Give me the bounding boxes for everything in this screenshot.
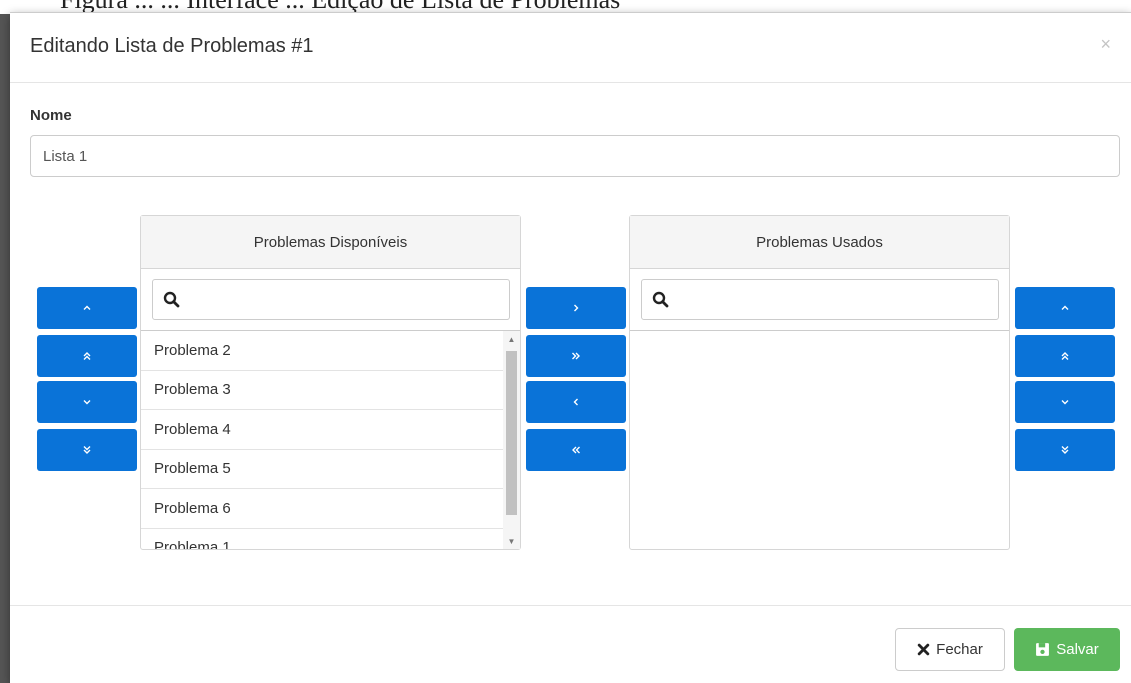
scroll-down-arrow-icon[interactable]: ▼ <box>503 533 520 549</box>
chevron-up-icon <box>83 305 91 310</box>
used-move-up-button[interactable] <box>1015 287 1115 329</box>
chevron-down-icon <box>83 400 91 405</box>
double-chevron-up-icon <box>1061 352 1069 360</box>
used-move-down-button[interactable] <box>1015 381 1115 423</box>
available-problems-panel: Problemas Disponíveis Problema 2 Problem… <box>140 215 521 550</box>
list-item[interactable]: Problema 4 <box>141 410 503 450</box>
save-button-label: Salvar <box>1056 641 1099 658</box>
double-chevron-up-icon <box>83 352 91 360</box>
available-move-top-button[interactable] <box>37 335 137 377</box>
list-item[interactable]: Problema 2 <box>141 331 503 371</box>
used-search-box[interactable] <box>641 279 999 320</box>
double-chevron-right-icon <box>572 352 580 360</box>
used-search-input[interactable] <box>676 280 994 319</box>
double-chevron-down-icon <box>1061 446 1069 454</box>
available-search-box[interactable] <box>152 279 510 320</box>
scroll-up-arrow-icon[interactable]: ▲ <box>503 331 520 348</box>
save-button[interactable]: Salvar <box>1014 628 1120 671</box>
available-search-input[interactable] <box>187 280 505 319</box>
used-problems-panel: Problemas Usados <box>629 215 1010 550</box>
save-icon <box>1036 643 1050 656</box>
chevron-left-icon <box>573 398 578 406</box>
used-move-top-button[interactable] <box>1015 335 1115 377</box>
move-all-left-button[interactable] <box>526 429 626 471</box>
list-item[interactable]: Problema 3 <box>141 371 503 410</box>
available-move-down-button[interactable] <box>37 381 137 423</box>
name-label: Nome <box>30 107 72 124</box>
available-panel-heading: Problemas Disponíveis <box>141 216 520 269</box>
modal-title: Editando Lista de Problemas #1 <box>30 35 314 57</box>
list-item[interactable]: Problema 6 <box>141 489 503 529</box>
close-button[interactable]: Fechar <box>895 628 1005 671</box>
list-scrollbar[interactable]: ▲ ▼ <box>503 331 520 549</box>
double-chevron-down-icon <box>83 446 91 454</box>
search-icon <box>652 291 669 308</box>
scroll-thumb[interactable] <box>506 351 517 515</box>
used-panel-heading: Problemas Usados <box>630 216 1009 269</box>
chevron-right-icon <box>574 304 579 312</box>
edit-list-modal: Editando Lista de Problemas #1 × Nome Pr… <box>10 12 1131 683</box>
used-problems-list[interactable] <box>630 330 1009 549</box>
used-move-bottom-button[interactable] <box>1015 429 1115 471</box>
close-x-icon <box>917 643 930 656</box>
close-icon[interactable]: × <box>1100 35 1111 53</box>
chevron-down-icon <box>1061 400 1069 405</box>
move-selected-right-button[interactable] <box>526 287 626 329</box>
available-move-bottom-button[interactable] <box>37 429 137 471</box>
chevron-up-icon <box>1061 305 1069 310</box>
available-problems-list[interactable]: Problema 2 Problema 3 Problema 4 Problem… <box>141 330 520 549</box>
move-all-right-button[interactable] <box>526 335 626 377</box>
list-item[interactable]: Problema 1 <box>141 529 503 549</box>
available-move-up-button[interactable] <box>37 287 137 329</box>
modal-header: Editando Lista de Problemas #1 × <box>10 13 1131 83</box>
search-icon <box>163 291 180 308</box>
modal-footer: Fechar Salvar <box>10 605 1131 683</box>
name-input[interactable] <box>30 135 1120 177</box>
close-button-label: Fechar <box>936 641 983 658</box>
list-item[interactable]: Problema 5 <box>141 450 503 489</box>
move-selected-left-button[interactable] <box>526 381 626 423</box>
double-chevron-left-icon <box>572 446 580 454</box>
